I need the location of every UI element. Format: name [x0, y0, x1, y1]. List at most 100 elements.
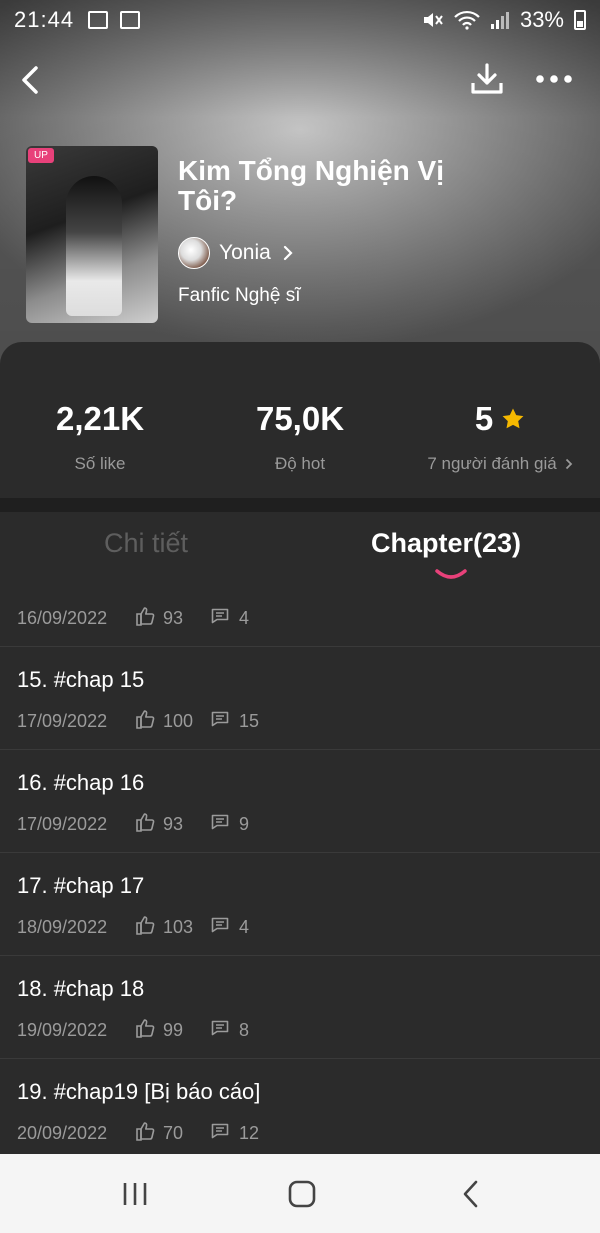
stat-hot: 75,0K Độ hot	[200, 400, 400, 474]
comment-icon	[211, 711, 229, 732]
mute-icon	[423, 13, 443, 27]
chapter-date: 16/09/2022	[17, 608, 108, 628]
chapter-date: 17/09/2022	[17, 711, 108, 731]
update-badge: UP	[28, 148, 54, 163]
status-right: 33%	[422, 7, 586, 33]
comment-icon	[211, 608, 229, 629]
chapter-comments: 9	[239, 814, 250, 834]
chapter-meta: 18/09/2022 103 4	[17, 915, 249, 940]
chapter-comments: 4	[239, 608, 250, 628]
chapter-date: 19/09/2022	[17, 1020, 108, 1040]
comment-icon	[211, 917, 229, 938]
stat-rating[interactable]: 5 7 người đánh giá	[400, 400, 600, 474]
rating-value-group: 5	[400, 400, 600, 438]
chapter-title: 16. #chap 16	[17, 770, 145, 795]
chapter-list-inner: 16/09/2022 93 4 15. #chap 15 17/09/2022 100 15…	[0, 578, 600, 1154]
chapter-comments: 15	[239, 711, 260, 731]
hot-value: 75,0K	[255, 400, 345, 437]
chapter-title: 18. #chap 18	[17, 976, 145, 1001]
cover-figure	[66, 176, 122, 316]
chapter-likes: 103	[163, 917, 194, 937]
chapter-likes: 93	[163, 608, 184, 628]
recent-apps-button[interactable]	[113, 1172, 157, 1216]
chapter-title: 15. #chap 15	[17, 667, 145, 692]
top-bar	[0, 56, 600, 104]
rating-label-group: 7 người đánh giá	[400, 454, 600, 474]
book-title: Kim Tổng Nghiện Vị Tôi?	[178, 155, 444, 216]
back-arrow-icon	[463, 1180, 478, 1208]
rating-label: 7 người đánh giá	[427, 454, 557, 473]
back-button[interactable]	[10, 60, 50, 100]
battery-icon	[574, 10, 586, 30]
tab-chapter[interactable]: Chapter(23)	[371, 528, 521, 559]
chapter-meta: 20/09/2022 70 12	[17, 1121, 259, 1146]
gallery-icon	[88, 11, 109, 29]
chapter-row[interactable]: 16/09/2022 93 4	[0, 578, 600, 647]
comment-icon	[211, 1020, 229, 1041]
chapter-likes: 100	[163, 711, 194, 731]
status-time: 21:44	[14, 7, 75, 32]
stats-row: 2,21K Số like 75,0K Độ hot 5 7 người đán…	[0, 342, 600, 498]
like-icon	[135, 709, 155, 734]
system-nav-bar	[0, 1154, 600, 1233]
rating-value: 5	[474, 400, 494, 437]
chapter-row[interactable]: 15. #chap 15 17/09/2022 100 15	[0, 647, 600, 750]
book-cover: UP	[26, 146, 158, 323]
battery-percent: 33%	[519, 7, 564, 32]
comment-icon	[211, 1123, 229, 1144]
chapter-meta: 17/09/2022 93 9	[17, 812, 249, 837]
chapter-row[interactable]: 16. #chap 16 17/09/2022 93 9	[0, 750, 600, 853]
likes-label: Số like	[74, 454, 126, 473]
download-icon	[471, 63, 503, 94]
star-icon	[502, 408, 524, 429]
chapter-meta: 19/09/2022 99 8	[17, 1018, 249, 1043]
tab-detail[interactable]: Chi tiết	[104, 528, 188, 559]
chapter-meta: 17/09/2022 100 15	[17, 709, 259, 734]
likes-value: 2,21K	[55, 400, 145, 437]
more-options-button[interactable]	[530, 58, 578, 100]
stat-likes: 2,21K Số like	[0, 400, 200, 474]
recent-apps-icon	[123, 1183, 147, 1205]
like-icon	[135, 812, 155, 837]
section-divider	[0, 498, 600, 512]
status-bar: 21:44 33%	[0, 0, 600, 40]
author-name: Yonia	[219, 241, 271, 264]
tab-bar: Chi tiết Chapter(23)	[0, 512, 600, 579]
chapter-row[interactable]: 18. #chap 18 19/09/2022 99 8	[0, 956, 600, 1059]
chapter-list[interactable]: 16/09/2022 93 4 15. #chap 15 17/09/2022 100 15…	[0, 578, 600, 1154]
chapter-likes: 99	[163, 1020, 184, 1040]
chapter-row[interactable]: 19. #chap19 [Bị báo cáo] 20/09/2022 70 12	[0, 1059, 600, 1154]
chapter-date: 18/09/2022	[17, 917, 108, 937]
author-avatar	[178, 237, 210, 269]
content-panel: 2,21K Số like 75,0K Độ hot 5 7 người đán…	[0, 342, 600, 1154]
chevron-right-icon	[283, 245, 293, 261]
author-link[interactable]: Yonia	[178, 236, 293, 270]
like-icon	[135, 606, 155, 631]
like-icon	[135, 1018, 155, 1043]
chevron-right-icon	[565, 458, 572, 470]
signal-icon	[490, 12, 509, 29]
comment-icon	[211, 814, 229, 835]
chapter-title: 19. #chap19 [Bị báo cáo]	[17, 1079, 261, 1104]
chapter-row[interactable]: 17. #chap 17 18/09/2022 103 4	[0, 853, 600, 956]
chapter-date: 20/09/2022	[17, 1123, 108, 1143]
home-icon	[288, 1180, 316, 1208]
chapter-comments: 8	[239, 1020, 250, 1040]
system-back-button[interactable]	[448, 1172, 492, 1216]
chapter-meta: 16/09/2022 93 4	[17, 606, 249, 631]
chapter-date: 17/09/2022	[17, 814, 108, 834]
download-button[interactable]	[466, 58, 508, 100]
home-button[interactable]	[280, 1172, 324, 1216]
chapter-title: 17. #chap 17	[17, 873, 145, 898]
chapter-likes: 93	[163, 814, 184, 834]
chevron-left-icon	[22, 66, 38, 94]
chapter-likes: 70	[163, 1123, 184, 1143]
check-icon	[120, 11, 141, 29]
like-icon	[135, 915, 155, 940]
book-genre: Fanfic Nghệ sĩ	[178, 285, 301, 306]
wifi-icon	[454, 10, 480, 30]
like-icon	[135, 1121, 155, 1146]
more-dots-icon	[536, 75, 572, 83]
hot-label: Độ hot	[274, 454, 326, 473]
status-notification-icons	[88, 11, 141, 29]
